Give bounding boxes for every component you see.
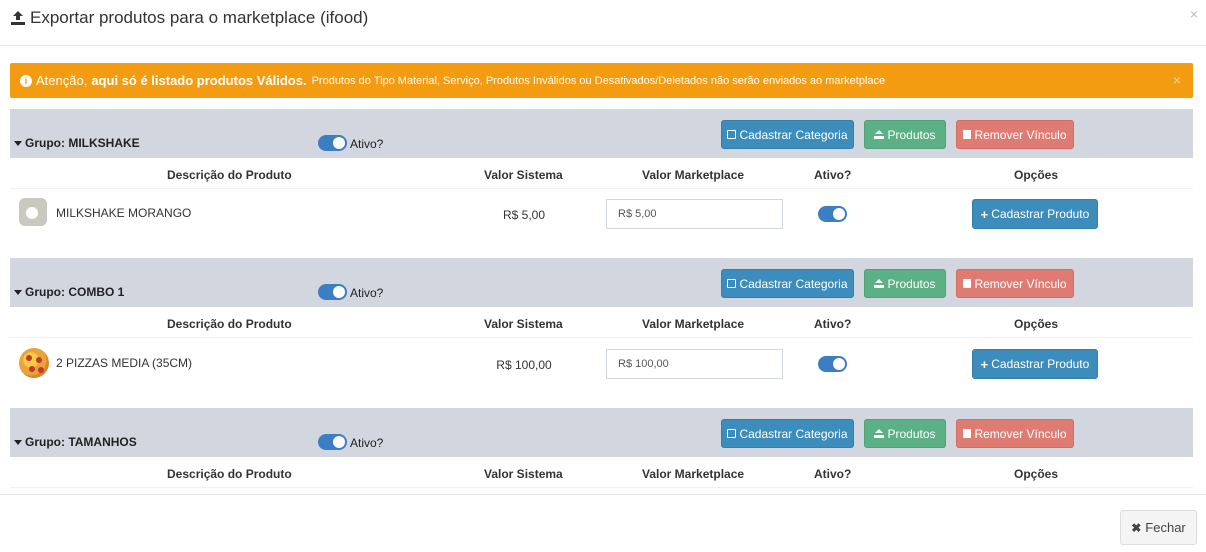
cadastrar-categoria-button[interactable]: Cadastrar Categoria: [721, 419, 854, 448]
product-active-toggle[interactable]: [818, 206, 847, 222]
remover-vinculo-label: Remover Vínculo: [974, 127, 1067, 142]
modal-title-text: Exportar produtos para o marketplace (if…: [30, 8, 369, 27]
save-icon: [727, 279, 737, 288]
valor-marketplace-input[interactable]: [606, 199, 783, 229]
group-bar-combo: Grupo: COMBO 1 Ativo? Cadastrar Categori…: [10, 258, 1193, 308]
cadastrar-categoria-label: Cadastrar Categoria: [739, 127, 848, 142]
upload-icon: [874, 279, 885, 288]
produtos-button[interactable]: Produtos: [864, 120, 946, 149]
alert-close-icon[interactable]: ×: [1173, 72, 1181, 88]
trash-icon: [963, 130, 972, 139]
modal-close-icon[interactable]: ×: [1190, 6, 1198, 22]
produtos-button[interactable]: Produtos: [864, 419, 946, 448]
group-active-toggle[interactable]: [318, 135, 347, 151]
col-descricao: Descrição do Produto: [167, 467, 292, 481]
group-active-label: Ativo?: [350, 286, 384, 300]
product-name: 2 PIZZAS MEDIA (35CM): [56, 356, 193, 370]
group-active-label: Ativo?: [350, 436, 384, 450]
product-active-toggle[interactable]: [818, 356, 847, 372]
group-bar-milkshake: Grupo: MILKSHAKE Ativo? Cadastrar Catego…: [10, 109, 1193, 159]
col-ativo: Ativo?: [814, 317, 852, 331]
trash-icon: [963, 429, 972, 438]
valor-sistema: R$ 5,00: [502, 208, 546, 222]
cadastrar-produto-button[interactable]: + Cadastrar Produto: [972, 349, 1098, 379]
plus-icon: +: [980, 206, 989, 222]
produtos-label: Produtos: [887, 426, 936, 441]
product-name: MILKSHAKE MORANGO: [56, 206, 192, 220]
footer-divider: [0, 494, 1206, 495]
col-opcoes: Opções: [1014, 467, 1059, 481]
col-opcoes: Opções: [1014, 317, 1059, 331]
produtos-label: Produtos: [887, 276, 936, 291]
upload-icon: [874, 429, 885, 438]
cadastrar-produto-label: Cadastrar Produto: [991, 357, 1090, 371]
info-icon: i: [20, 74, 32, 87]
cadastrar-categoria-button[interactable]: Cadastrar Categoria: [721, 120, 854, 149]
produtos-button[interactable]: Produtos: [864, 269, 946, 298]
pizza-icon: [19, 348, 49, 378]
caret-down-icon: [14, 439, 22, 445]
trash-icon: [963, 279, 972, 288]
plus-icon: +: [980, 356, 989, 372]
group-title-text: Grupo: COMBO 1: [25, 285, 125, 299]
camera-placeholder-icon: [19, 198, 49, 228]
group-title[interactable]: Grupo: TAMANHOS: [14, 435, 137, 449]
valor-marketplace-input[interactable]: [606, 349, 783, 379]
alert-text: Produtos do Tipo Material, Serviço, Prod…: [311, 74, 886, 87]
save-icon: [727, 130, 737, 139]
group-active-toggle[interactable]: [318, 434, 347, 450]
remover-vinculo-label: Remover Vínculo: [974, 426, 1067, 441]
group-title[interactable]: Grupo: COMBO 1: [14, 285, 124, 299]
col-valor-marketplace: Valor Marketplace: [642, 467, 745, 481]
table-header: Descrição do Produto Valor Sistema Valor…: [10, 308, 1193, 338]
remover-vinculo-label: Remover Vínculo: [974, 276, 1067, 291]
cadastrar-categoria-label: Cadastrar Categoria: [739, 426, 848, 441]
col-descricao: Descrição do Produto: [167, 317, 292, 331]
group-title-text: Grupo: TAMANHOS: [25, 435, 137, 449]
group-title-text: Grupo: MILKSHAKE: [25, 136, 140, 150]
col-valor-marketplace: Valor Marketplace: [642, 317, 745, 331]
col-valor-sistema: Valor Sistema: [484, 317, 563, 331]
remover-vinculo-button[interactable]: Remover Vínculo: [956, 269, 1074, 298]
group-active-toggle[interactable]: [318, 284, 347, 300]
table-header: Descrição do Produto Valor Sistema Valor…: [10, 458, 1193, 488]
alert-lead: Atenção,: [36, 73, 88, 88]
save-icon: [727, 429, 737, 438]
col-descricao: Descrição do Produto: [167, 168, 292, 182]
alert-bold-text: aqui só é listado produtos Válidos.: [91, 73, 307, 88]
remover-vinculo-button[interactable]: Remover Vínculo: [956, 419, 1074, 448]
group-active-label: Ativo?: [350, 137, 384, 151]
cadastrar-produto-label: Cadastrar Produto: [991, 207, 1090, 221]
fechar-label: Fechar: [1145, 520, 1186, 535]
col-valor-marketplace: Valor Marketplace: [642, 168, 745, 182]
remover-vinculo-button[interactable]: Remover Vínculo: [956, 120, 1074, 149]
table-row: 2 PIZZAS MEDIA (35CM) R$ 100,00 + Cadast…: [10, 340, 1193, 389]
caret-down-icon: [14, 289, 22, 295]
group-title[interactable]: Grupo: MILKSHAKE: [14, 136, 140, 150]
upload-icon: [11, 11, 25, 25]
upload-icon: [874, 130, 885, 139]
modal-title: Exportar produtos para o marketplace (if…: [10, 8, 368, 28]
fechar-button[interactable]: ✖ Fechar: [1120, 510, 1197, 545]
close-icon: ✖: [1131, 520, 1142, 535]
valor-sistema: R$ 100,00: [496, 358, 552, 372]
table-header: Descrição do Produto Valor Sistema Valor…: [10, 159, 1193, 189]
col-ativo: Ativo?: [814, 168, 852, 182]
cadastrar-produto-button[interactable]: + Cadastrar Produto: [972, 199, 1098, 229]
cadastrar-categoria-button[interactable]: Cadastrar Categoria: [721, 269, 854, 298]
col-opcoes: Opções: [1014, 168, 1059, 182]
caret-down-icon: [14, 140, 22, 146]
produtos-label: Produtos: [887, 127, 936, 142]
group-bar-tamanhos: Grupo: TAMANHOS Ativo? Cadastrar Categor…: [10, 408, 1193, 458]
col-valor-sistema: Valor Sistema: [484, 467, 563, 481]
table-row: MILKSHAKE MORANGO R$ 5,00 + Cadastrar Pr…: [10, 190, 1193, 239]
col-ativo: Ativo?: [814, 467, 852, 481]
cadastrar-categoria-label: Cadastrar Categoria: [739, 276, 848, 291]
modal-header: Exportar produtos para o marketplace (if…: [0, 0, 1206, 46]
warning-alert: i Atenção, aqui só é listado produtos Vá…: [10, 63, 1193, 98]
col-valor-sistema: Valor Sistema: [484, 168, 563, 182]
